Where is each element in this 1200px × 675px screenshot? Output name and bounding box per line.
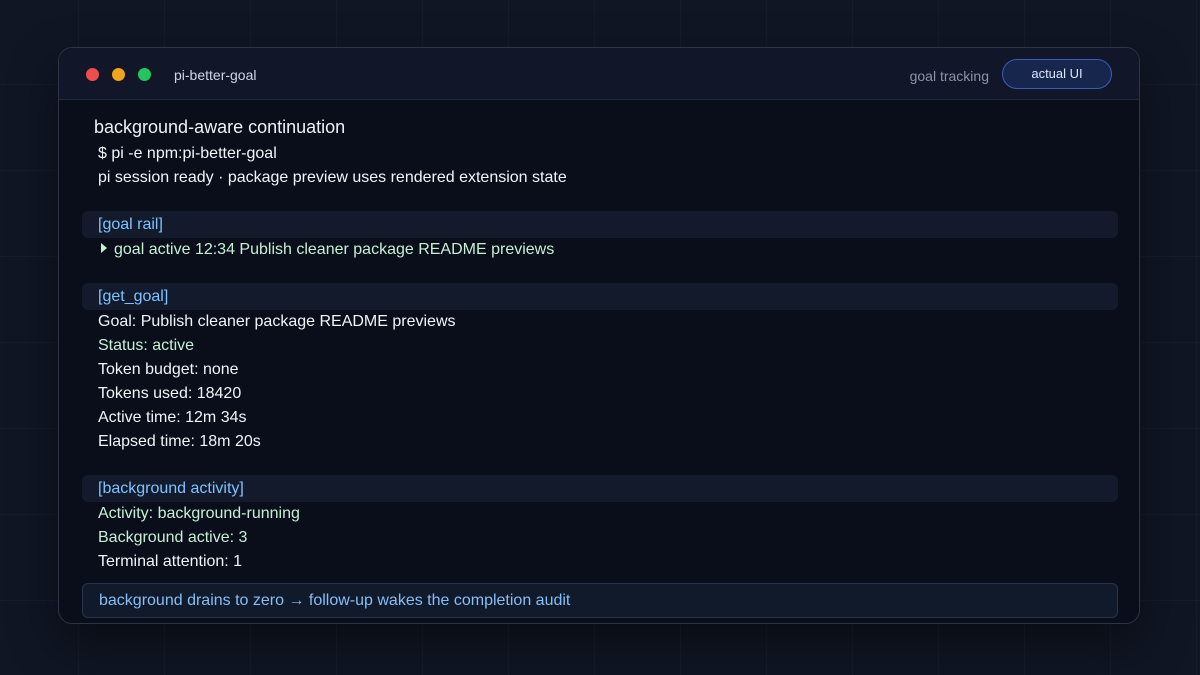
footer-note: background drains to zero → follow-up wa… — [82, 583, 1118, 618]
goal-rail-text: goal active 12:34 Publish cleaner packag… — [114, 241, 555, 258]
background-activity-label: [background activity] — [98, 480, 244, 497]
footer-text: background drains to zero → follow-up wa… — [99, 592, 571, 609]
elapsed-time-line: Elapsed time: 18m 20s — [98, 433, 261, 450]
minimize-button[interactable] — [112, 68, 125, 81]
goal-line: Goal: Publish cleaner package README pre… — [98, 313, 456, 330]
terminal-attention-line: Terminal attention: 1 — [98, 553, 243, 570]
background-activity-header: [background activity] — [82, 475, 1118, 502]
page-title: background-aware continuation — [94, 117, 346, 137]
session-status-line: pi session ready · package preview uses … — [98, 169, 567, 186]
get-goal-label: [get_goal] — [98, 288, 169, 305]
terminal-window: pi-better-goal goal tracking actual UI b… — [58, 47, 1140, 624]
window-subtitle: goal tracking — [909, 68, 989, 84]
goal-rail-line: goal active 12:34 Publish cleaner packag… — [98, 240, 554, 260]
goal-rail-header: [goal rail] — [82, 211, 1118, 238]
window-title: pi-better-goal — [174, 67, 257, 83]
command-line: $ pi -e npm:pi-better-goal — [98, 145, 277, 162]
caret-right-icon — [101, 243, 107, 253]
token-budget-line: Token budget: none — [98, 361, 239, 378]
active-time-line: Active time: 12m 34s — [98, 409, 247, 426]
background-active-line: Background active: 3 — [98, 529, 248, 546]
status-line: Status: active — [98, 337, 195, 354]
goal-rail-label: [goal rail] — [98, 216, 163, 233]
maximize-button[interactable] — [138, 68, 151, 81]
tokens-used-line: Tokens used: 18420 — [98, 385, 242, 402]
activity-line: Activity: background-running — [98, 505, 300, 522]
terminal-content: background-aware continuation $ pi -e np… — [59, 100, 1139, 623]
title-bar: pi-better-goal goal tracking actual UI — [59, 48, 1139, 100]
get-goal-header: [get_goal] — [82, 283, 1118, 310]
actual-ui-button[interactable]: actual UI — [1002, 59, 1112, 89]
close-button[interactable] — [86, 68, 99, 81]
